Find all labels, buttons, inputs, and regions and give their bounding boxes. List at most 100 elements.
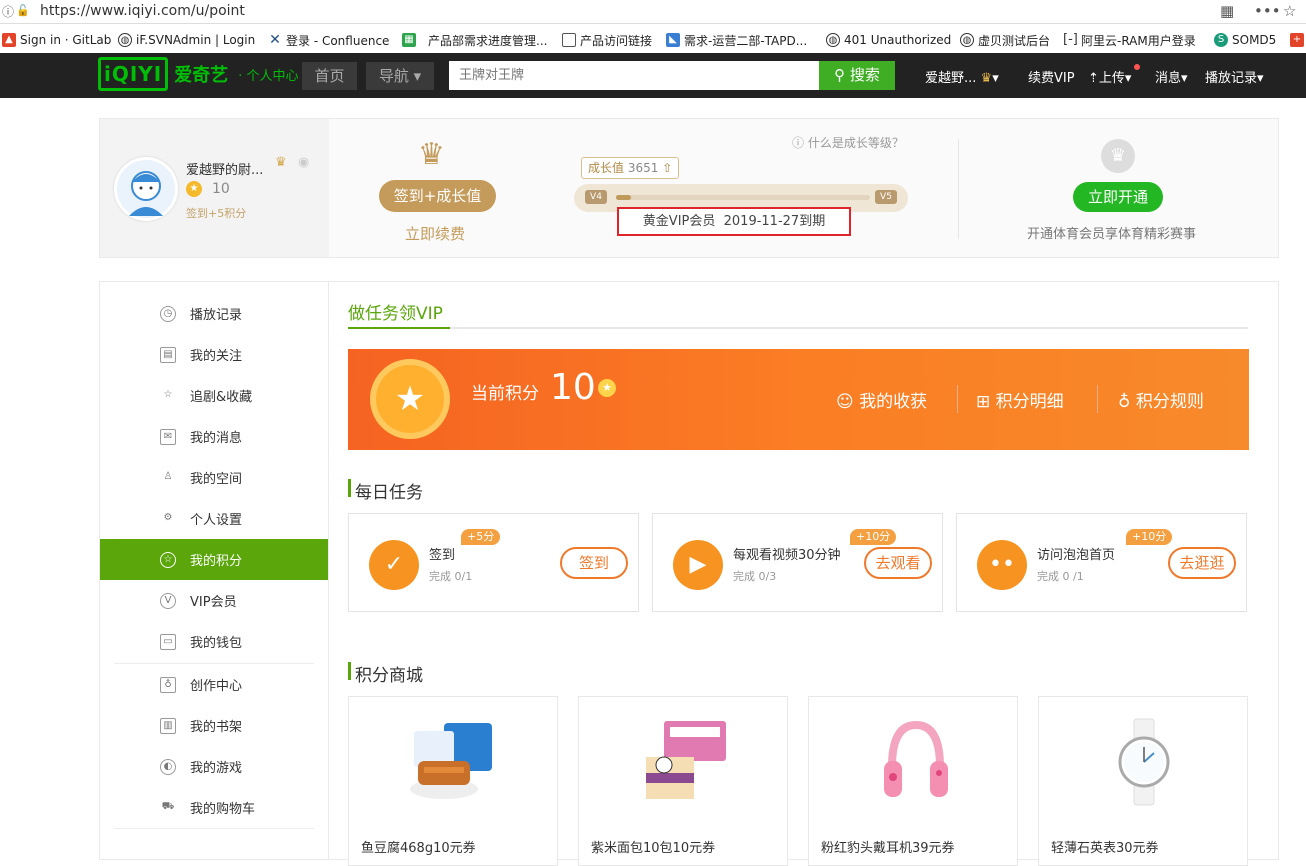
messages-label: 消息 <box>1155 71 1182 86</box>
bookmark-somd5[interactable]: S SOMD5 <box>1214 31 1276 49</box>
bookmark-tapd[interactable]: ◣ 需求-运营二部-TAPD... <box>666 31 807 49</box>
wallet-icon: ▭ <box>160 633 176 650</box>
bookmark-confluence[interactable]: ✕ 登录 - Confluence <box>268 31 389 49</box>
bookmark-svnadmin[interactable]: ◍ iF.SVNAdmin | Login <box>118 31 255 49</box>
sidebar-item-history[interactable]: ◷ 播放记录 <box>100 293 328 334</box>
avatar[interactable] <box>114 157 178 221</box>
search-input[interactable] <box>449 61 819 90</box>
question-icon: ⓘ <box>792 136 805 150</box>
bookmark-401[interactable]: ◍ 401 Unauthorized <box>826 31 951 49</box>
sidebar-item-cart[interactable]: ⛟ 我的购物车 <box>100 787 328 828</box>
sidebar-item-messages[interactable]: ✉ 我的消息 <box>100 416 328 457</box>
sports-vip-desc: 开通体育会员享体育精彩赛事 <box>1027 227 1197 242</box>
points-detail-link[interactable]: ⊞ 积分明细 <box>976 387 1064 412</box>
globe-icon: ◍ <box>960 33 974 47</box>
bookmarks-bar: ▲ Sign in · GitLab ◍ iF.SVNAdmin | Login ✕… <box>0 28 1306 52</box>
notification-dot <box>1134 64 1140 70</box>
sidebar-item-favorites[interactable]: ☆ 追剧&收藏 <box>100 375 328 416</box>
sidebar-item-settings[interactable]: ⚙ 个人设置 <box>100 498 328 539</box>
arrow-up-icon: ⇧ <box>662 161 673 175</box>
my-rewards-label: 我的收获 <box>859 392 928 412</box>
sidebar-item-games[interactable]: ◐ 我的游戏 <box>100 746 328 787</box>
task-reward-badge: +10分 <box>850 529 897 545</box>
aliyun-icon: [-] <box>1063 32 1078 47</box>
bookmark-test-admin[interactable]: ◍ 虚贝测试后台 <box>960 31 1050 49</box>
site-header: iQIYI 爱奇艺 · 个人中心 首页 导航 ▾ ⚲ 搜索 爱越野... ♛▾ … <box>0 53 1306 98</box>
open-sports-vip-button[interactable]: 立即开通 <box>1073 182 1163 212</box>
headphones-image <box>884 720 948 797</box>
tab-tasks-vip[interactable]: 做任务领VIP <box>348 299 443 324</box>
cart-icon: ⛟ <box>161 800 175 812</box>
clock-icon: ◷ <box>160 305 176 322</box>
globe-icon: ◍ <box>826 33 840 47</box>
iqiyi-logo-mark: iQIYI <box>98 57 169 91</box>
growth-value-tag: 成长值 3651 ⇧ <box>581 157 680 179</box>
grid-icon: ▦ <box>402 33 416 47</box>
product-card[interactable]: 粉红豹头戴耳机39元券 <box>808 696 1018 866</box>
growth-help-text: 什么是成长等级？ <box>807 136 904 150</box>
sidebar-item-vip[interactable]: V VIP会员 <box>100 580 328 621</box>
signin-button[interactable]: 签到 <box>560 547 628 579</box>
renew-vip-link[interactable]: 续费VIP <box>1028 67 1075 86</box>
bulb-icon: ♁ <box>160 676 176 693</box>
search-button[interactable]: ⚲ 搜索 <box>819 61 895 90</box>
profile-name[interactable]: 爱越野的尉... <box>186 159 263 178</box>
browser-url-bar: ⓘ 🔓 https://www.iqiyi.com/u/point ▦ ••• … <box>0 0 1306 24</box>
vip-icon: V <box>160 592 176 609</box>
bookmark-product-links[interactable]: 产品访问链接 <box>562 31 652 49</box>
go-watch-button[interactable]: 去观看 <box>864 547 932 579</box>
gitlab-icon: ▲ <box>2 33 16 47</box>
info-icon[interactable]: ⓘ <box>2 3 14 20</box>
growth-value: 3651 <box>627 161 659 175</box>
product-card[interactable]: 紫米面包10包10元券 <box>578 696 788 866</box>
sidebar-item-creator[interactable]: ♁ 创作中心 <box>100 664 328 705</box>
product-card[interactable]: 鱼豆腐468g10元券 <box>348 696 558 866</box>
history-menu[interactable]: 播放记录▾ <box>1205 67 1264 86</box>
bookmark-gitlab[interactable]: ▲ Sign in · GitLab <box>2 31 111 49</box>
go-browse-button[interactable]: 去逛逛 <box>1168 547 1236 579</box>
renew-link[interactable]: 立即续费 <box>405 223 465 244</box>
growth-help-link[interactable]: ⓘ 什么是成长等级？ <box>792 134 904 151</box>
sidebar-item-bookshelf[interactable]: ▥ 我的书架 <box>100 705 328 746</box>
points-rules-link[interactable]: ♁ 积分规则 <box>1118 387 1204 412</box>
history-label: 播放记录 <box>1205 71 1258 86</box>
logo-name: 爱奇艺 <box>174 65 229 86</box>
vip-info: 黄金VIP会员 <box>642 214 716 229</box>
level-from-badge: V4 <box>585 190 607 204</box>
sidebar-item-wallet[interactable]: ▭ 我的钱包 <box>100 621 328 662</box>
product-card[interactable]: 轻薄石英表30元券 <box>1038 696 1248 866</box>
gift-icon: ☺ <box>836 392 854 412</box>
upload-menu[interactable]: ⇡上传▾ <box>1088 64 1140 86</box>
sidebar-item-follow[interactable]: ▤ 我的关注 <box>100 334 328 375</box>
star-icon[interactable]: ☆ <box>1283 2 1296 20</box>
divider <box>114 828 314 829</box>
logo[interactable]: iQIYI 爱奇艺 · 个人中心 <box>98 57 299 91</box>
bookmark-aliyun-ram[interactable]: [-] 阿里云-RAM用户登录 <box>1063 31 1196 49</box>
sign-hint: 签到+5积分 <box>186 207 247 220</box>
sign-growth-button[interactable]: 签到+成长值 <box>379 180 496 212</box>
tab-underline-active <box>348 327 450 329</box>
bookmark-product-progress[interactable]: ▦ 产品部需求进度管理... <box>402 31 547 49</box>
profile-user-panel: 爱越野的尉... ♛ ◉ ★ 10 签到+5积分 <box>100 119 329 257</box>
product-name: 轻薄石英表30元券 <box>1051 841 1159 856</box>
url-text[interactable]: https://www.iqiyi.com/u/point <box>40 3 245 19</box>
more-icon[interactable]: ••• <box>1254 2 1281 20</box>
growth-bar-fill <box>616 195 632 200</box>
user-menu[interactable]: 爱越野... ♛▾ <box>925 67 999 86</box>
my-rewards-link[interactable]: ☺ 我的收获 <box>836 387 927 412</box>
ticket-icon: ⊞ <box>976 392 991 412</box>
home-link[interactable]: 首页 <box>302 62 357 90</box>
sidebar-item-space[interactable]: ♙ 我的空间 <box>100 457 328 498</box>
bookmark-overflow[interactable]: + <box>1290 31 1304 49</box>
task-card-signin: ✓ 签到 完成 0/1 +5分 签到 <box>348 513 639 612</box>
task-card-paopao: •• 访问泡泡首页 完成 0 /1 +10分 去逛逛 <box>956 513 1247 612</box>
gear-icon: ⚙ <box>163 511 173 523</box>
task-name: 每观看视频30分钟 <box>733 548 841 563</box>
messages-menu[interactable]: 消息▾ <box>1155 67 1188 86</box>
star-icon: ☆ <box>163 388 173 400</box>
nav-dropdown[interactable]: 导航 ▾ <box>366 62 434 90</box>
qr-icon[interactable]: ▦ <box>1220 2 1234 20</box>
growth-bar <box>616 195 870 200</box>
sidebar-item-points[interactable]: ☆ 我的积分 <box>100 539 328 580</box>
divider <box>1097 385 1098 413</box>
